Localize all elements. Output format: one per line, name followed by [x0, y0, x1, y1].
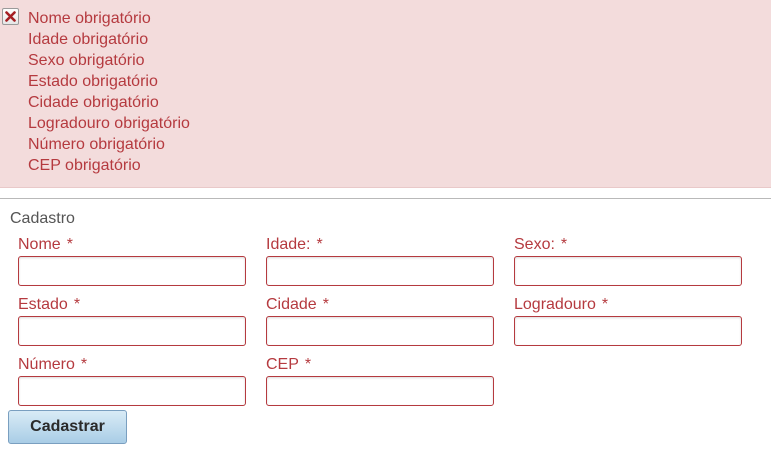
error-list: Nome obrigatório Idade obrigatório Sexo … — [28, 8, 190, 176]
required-marker: * — [66, 236, 73, 253]
cidade-input[interactable] — [266, 316, 494, 346]
cidade-label: Cidade * — [266, 296, 329, 314]
estado-label-text: Estado — [18, 296, 68, 313]
nome-label: Nome * — [18, 236, 73, 254]
error-item-estado: Estado obrigatório — [28, 73, 158, 90]
error-messages-panel: Nome obrigatório Idade obrigatório Sexo … — [0, 0, 771, 188]
nome-input[interactable] — [18, 256, 246, 286]
required-marker: * — [80, 356, 88, 373]
error-item-numero: Número obrigatório — [28, 136, 165, 153]
required-marker: * — [322, 296, 329, 313]
error-item-cidade: Cidade obrigatório — [28, 94, 159, 111]
numero-input[interactable] — [18, 376, 246, 406]
close-icon[interactable] — [2, 8, 19, 25]
form-legend: Cadastro — [10, 210, 75, 227]
cep-label: CEP * — [266, 356, 311, 374]
error-item-logradouro: Logradouro obrigatório — [28, 115, 190, 132]
error-item-nome: Nome obrigatório — [28, 10, 151, 27]
nome-label-text: Nome — [18, 236, 61, 253]
cadastrar-button[interactable]: Cadastrar — [8, 410, 127, 444]
estado-label: Estado * — [18, 296, 80, 314]
sexo-input[interactable] — [514, 256, 742, 286]
numero-label: Número * — [18, 356, 87, 374]
cep-label-text: CEP — [266, 356, 299, 373]
logradouro-input[interactable] — [514, 316, 742, 346]
cidade-label-text: Cidade — [266, 296, 317, 313]
required-marker: * — [316, 236, 323, 253]
error-item-sexo: Sexo obrigatório — [28, 52, 145, 69]
required-marker: * — [304, 356, 312, 373]
sexo-label: Sexo: * — [514, 236, 567, 254]
estado-input[interactable] — [18, 316, 246, 346]
required-marker: * — [560, 236, 568, 253]
idade-label-text: Idade: — [266, 236, 311, 253]
fieldset-divider — [0, 198, 771, 199]
idade-label: Idade: * — [266, 236, 323, 254]
required-marker: * — [601, 296, 609, 313]
logradouro-label: Logradouro * — [514, 296, 608, 314]
cep-input[interactable] — [266, 376, 494, 406]
error-item-cep: CEP obrigatório — [28, 157, 141, 174]
idade-input[interactable] — [266, 256, 494, 286]
error-item-idade: Idade obrigatório — [28, 31, 149, 48]
numero-label-text: Número — [18, 356, 75, 373]
required-marker: * — [73, 296, 81, 313]
logradouro-label-text: Logradouro — [514, 296, 596, 313]
sexo-label-text: Sexo: — [514, 236, 555, 253]
